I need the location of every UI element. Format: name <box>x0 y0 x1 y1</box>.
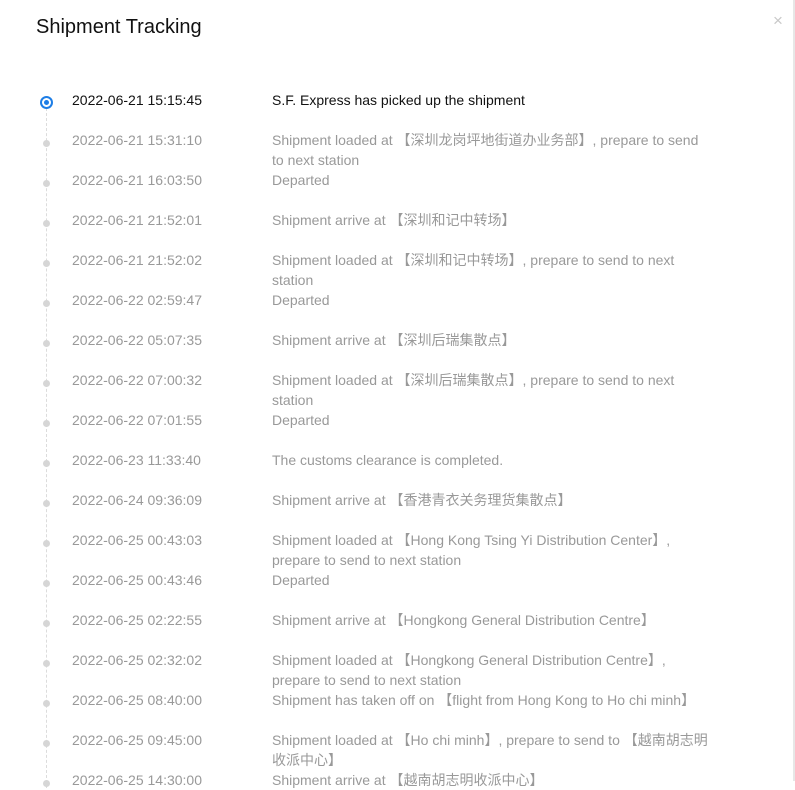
status-dot-icon <box>43 460 50 467</box>
event-time: 2022-06-25 02:22:55 <box>72 612 202 628</box>
status-dot-icon <box>43 420 50 427</box>
event-description: The customs clearance is completed. <box>272 452 504 468</box>
tracking-timeline[interactable]: 2022-06-21 15:15:45 S.F. Express has pic… <box>0 0 793 788</box>
event-description: Shipment loaded at 【Ho chi minh】, prepar… <box>272 732 708 768</box>
status-dot-icon <box>43 580 50 587</box>
event-time: 2022-06-22 05:07:35 <box>72 332 202 348</box>
status-dot-icon <box>43 140 50 147</box>
event-description: Shipment arrive at 【Hongkong General Dis… <box>272 612 655 628</box>
status-dot-icon <box>43 260 50 267</box>
event-description: Departed <box>272 292 330 308</box>
event-description: Departed <box>272 572 330 588</box>
status-dot-icon <box>43 540 50 547</box>
event-description: Shipment arrive at 【香港青衣关务理货集散点】 <box>272 492 572 508</box>
status-dot-icon <box>43 500 50 507</box>
event-description: Shipment loaded at 【深圳龙岗坪地街道办业务部】, prepa… <box>272 132 699 168</box>
status-dot-icon <box>43 380 50 387</box>
event-description: Departed <box>272 412 330 428</box>
shipment-tracking-dialog: Shipment Tracking × 2022-06-21 15:15:45 … <box>0 0 793 788</box>
event-time: 2022-06-21 15:31:10 <box>72 132 202 148</box>
event-description: Shipment arrive at 【越南胡志明收派中心】 <box>272 772 544 788</box>
event-description: Shipment loaded at 【Hong Kong Tsing Yi D… <box>272 532 671 568</box>
event-time: 2022-06-25 02:32:02 <box>72 652 202 668</box>
status-dot-icon <box>43 700 50 707</box>
status-dot-icon <box>43 220 50 227</box>
event-time: 2022-06-21 21:52:01 <box>72 212 202 228</box>
event-time: 2022-06-21 21:52:02 <box>72 252 202 268</box>
event-time: 2022-06-25 09:45:00 <box>72 732 202 748</box>
event-time: 2022-06-21 15:15:45 <box>72 92 202 108</box>
status-dot-icon <box>43 740 50 747</box>
event-time: 2022-06-25 08:40:00 <box>72 692 202 708</box>
event-time: 2022-06-25 14:30:00 <box>72 772 202 788</box>
event-time: 2022-06-25 00:43:46 <box>72 572 202 588</box>
event-description: Shipment loaded at 【深圳后瑞集散点】, prepare to… <box>272 372 675 408</box>
event-description: Shipment loaded at 【深圳和记中转场】, prepare to… <box>272 252 675 288</box>
event-time: 2022-06-22 07:00:32 <box>72 372 202 388</box>
status-dot-icon <box>43 780 50 787</box>
event-time: 2022-06-22 07:01:55 <box>72 412 202 428</box>
event-description: Shipment loaded at 【Hongkong General Dis… <box>272 652 666 688</box>
status-dot-icon <box>43 340 50 347</box>
current-status-icon <box>40 96 53 109</box>
event-time: 2022-06-24 09:36:09 <box>72 492 202 508</box>
event-time: 2022-06-23 11:33:40 <box>72 452 201 468</box>
event-description: Shipment has taken off on 【flight from H… <box>272 692 696 708</box>
status-dot-icon <box>43 620 50 627</box>
event-description: Shipment arrive at 【深圳和记中转场】 <box>272 212 516 228</box>
event-time: 2022-06-22 02:59:47 <box>72 292 202 308</box>
event-description: Shipment arrive at 【深圳后瑞集散点】 <box>272 332 516 348</box>
status-dot-icon <box>43 180 50 187</box>
event-description: Departed <box>272 172 330 188</box>
status-dot-icon <box>43 660 50 667</box>
event-description: S.F. Express has picked up the shipment <box>272 92 525 108</box>
status-dot-icon <box>43 300 50 307</box>
event-time: 2022-06-21 16:03:50 <box>72 172 202 188</box>
event-time: 2022-06-25 00:43:03 <box>72 532 202 548</box>
